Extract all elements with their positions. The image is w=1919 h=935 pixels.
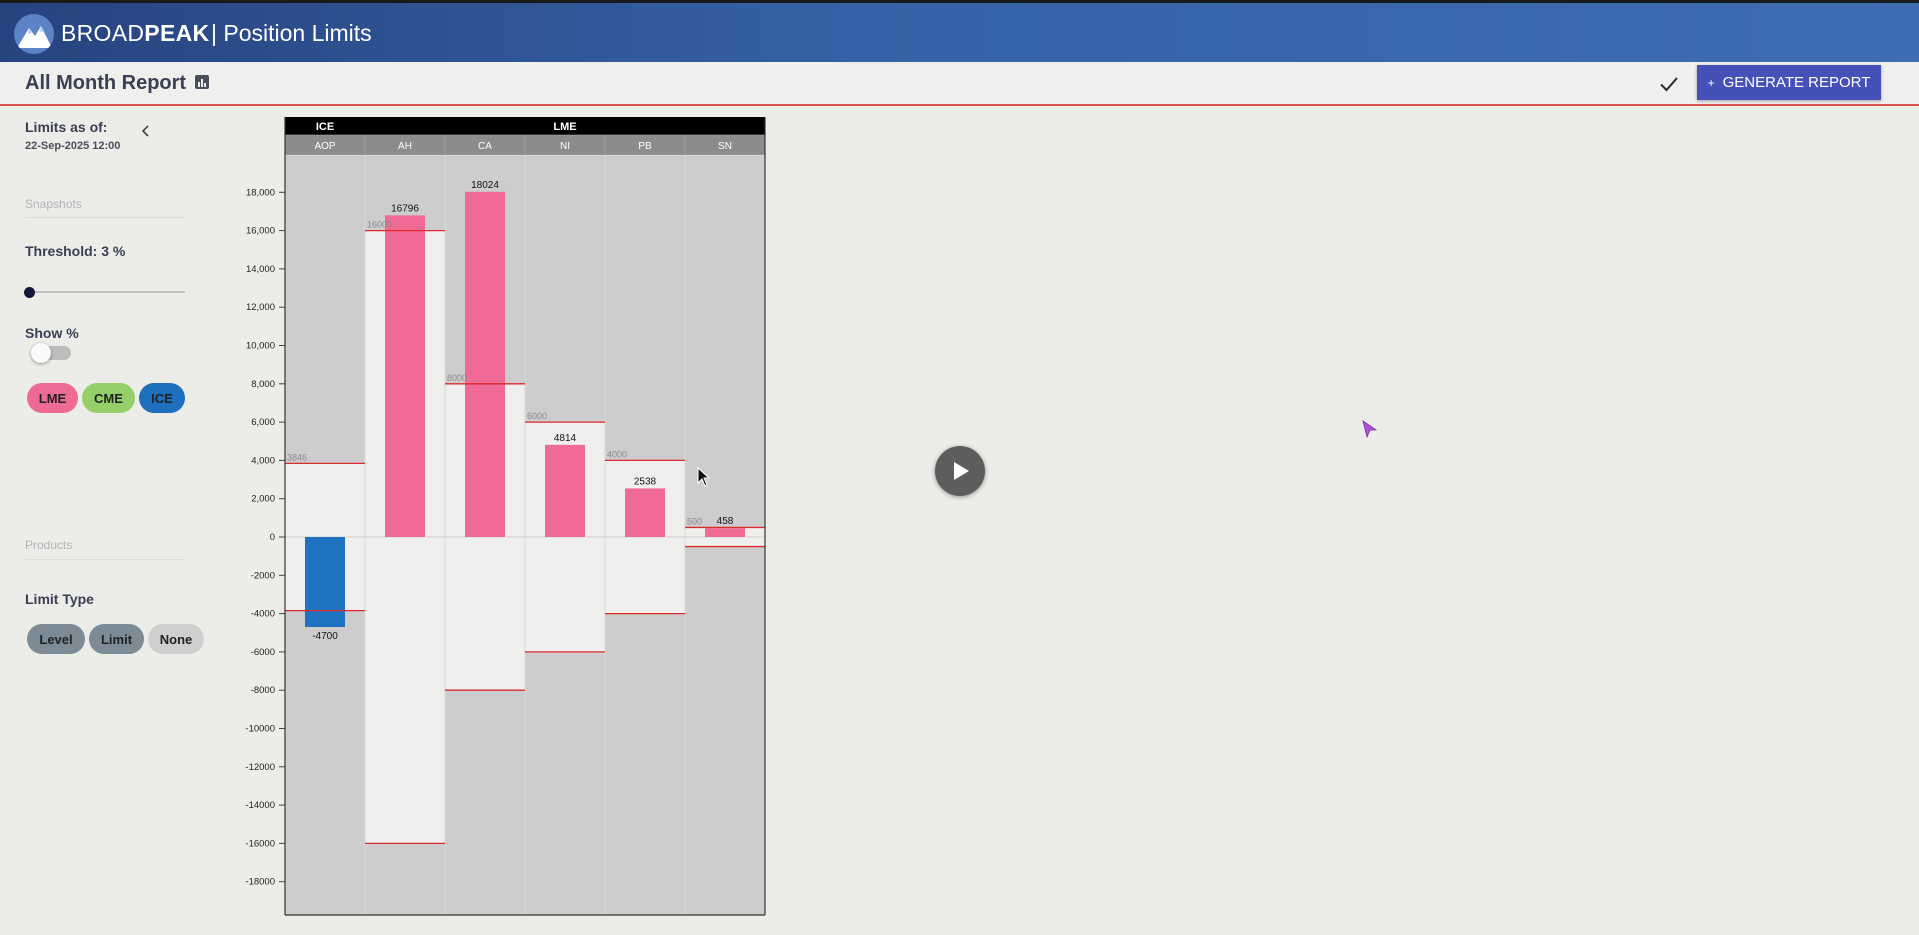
annotation-cursor-icon	[1362, 420, 1378, 438]
y-tick-label: 16,000	[246, 226, 275, 237]
y-tick-label: -16000	[245, 838, 275, 849]
check-icon[interactable]	[1657, 72, 1681, 96]
product-header-label: AOP	[314, 141, 335, 152]
limits-as-of-label: Limits as of:	[25, 119, 108, 135]
y-tick-label: -18000	[245, 877, 275, 888]
y-tick-label: -4000	[251, 609, 275, 620]
generate-report-button[interactable]: + GENERATE REPORT	[1697, 65, 1881, 100]
y-tick-label: 8,000	[251, 379, 275, 390]
chip-limit[interactable]: Limit	[89, 624, 144, 654]
app-title: | Position Limits	[211, 20, 372, 46]
bar-pb	[625, 488, 665, 537]
report-toolbar: All Month Report + GENERATE REPORT	[0, 62, 1919, 106]
show-percent-label: Show %	[25, 325, 79, 341]
y-tick-label: 6,000	[251, 417, 275, 428]
product-header-label: PB	[638, 141, 652, 152]
y-tick-label: 4,000	[251, 455, 275, 466]
play-button[interactable]	[935, 446, 985, 496]
threshold-slider-track[interactable]	[30, 291, 185, 293]
generate-report-label: GENERATE REPORT	[1722, 74, 1871, 91]
exchange-header-label: LME	[553, 121, 576, 133]
value-label: 4814	[554, 433, 577, 444]
plus-icon: +	[1707, 75, 1715, 90]
chip-ice[interactable]: ICE	[139, 383, 185, 413]
bar-ah	[385, 215, 425, 537]
threshold-slider-handle[interactable]	[24, 287, 35, 298]
product-header-label: NI	[560, 141, 570, 152]
broadpeak-logo-icon	[14, 14, 54, 54]
value-label: 18024	[471, 180, 499, 191]
bar-ni	[545, 444, 585, 537]
snapshots-label: Snapshots	[25, 197, 82, 211]
value-label: -4700	[312, 631, 338, 642]
chip-none[interactable]: None	[148, 624, 204, 654]
y-tick-label: 12,000	[246, 302, 275, 313]
y-tick-label: -8000	[251, 685, 275, 696]
limit-type-label: Limit Type	[25, 591, 94, 607]
limit-label: 4000	[607, 449, 627, 459]
bar-chart-icon[interactable]	[195, 75, 209, 89]
y-tick-label: 0	[270, 532, 275, 543]
play-icon	[954, 462, 969, 480]
exchange-header-label: ICE	[316, 121, 334, 133]
page-title: All Month Report	[25, 72, 187, 94]
y-tick-label: 2,000	[251, 494, 275, 505]
y-tick-label: 10,000	[246, 341, 275, 352]
limits-date: 22-Sep-2025 12:00	[25, 140, 121, 152]
value-label: 2538	[634, 476, 657, 487]
mouse-pointer-icon	[697, 467, 711, 487]
limit-label: 16000	[367, 220, 392, 230]
y-tick-label: -12000	[245, 762, 275, 773]
limit-label: 6000	[527, 411, 547, 421]
limit-label: 500	[687, 516, 702, 526]
bar-ca	[465, 191, 505, 537]
divider	[25, 559, 185, 560]
product-header-label: CA	[478, 141, 492, 152]
brand-name: BROADPEAK	[61, 20, 210, 46]
y-tick-label: 18,000	[246, 187, 275, 198]
chip-lme[interactable]: LME	[27, 383, 78, 413]
product-header-label: SN	[718, 141, 732, 152]
position-limits-chart: ICE LME AOP AH CA NI PB SN 3846 16000 8000 6000 4000…	[245, 117, 766, 916]
bar-aop	[305, 537, 345, 628]
product-header-label: AH	[398, 141, 412, 152]
bar-sn	[705, 528, 745, 537]
y-tick-label: -2000	[251, 570, 275, 581]
value-label: 16796	[391, 203, 419, 214]
threshold-label: Threshold: 3 %	[25, 243, 126, 259]
y-tick-label: 14,000	[246, 264, 275, 275]
limit-label: 3846	[287, 452, 307, 462]
value-label: 458	[717, 516, 734, 527]
chip-cme[interactable]: CME	[82, 383, 135, 413]
y-tick-label: -6000	[251, 647, 275, 658]
divider	[25, 217, 185, 218]
show-percent-toggle-knob[interactable]	[31, 343, 51, 363]
chevron-left-icon[interactable]	[137, 122, 155, 140]
chip-level[interactable]: Level	[27, 624, 85, 654]
products-label: Products	[25, 538, 73, 552]
y-tick-label: -14000	[245, 800, 275, 811]
y-tick-label: -10000	[245, 724, 275, 735]
top-bar: BROADPEAK | Position Limits	[0, 0, 1919, 62]
limit-label: 8000	[447, 373, 467, 383]
